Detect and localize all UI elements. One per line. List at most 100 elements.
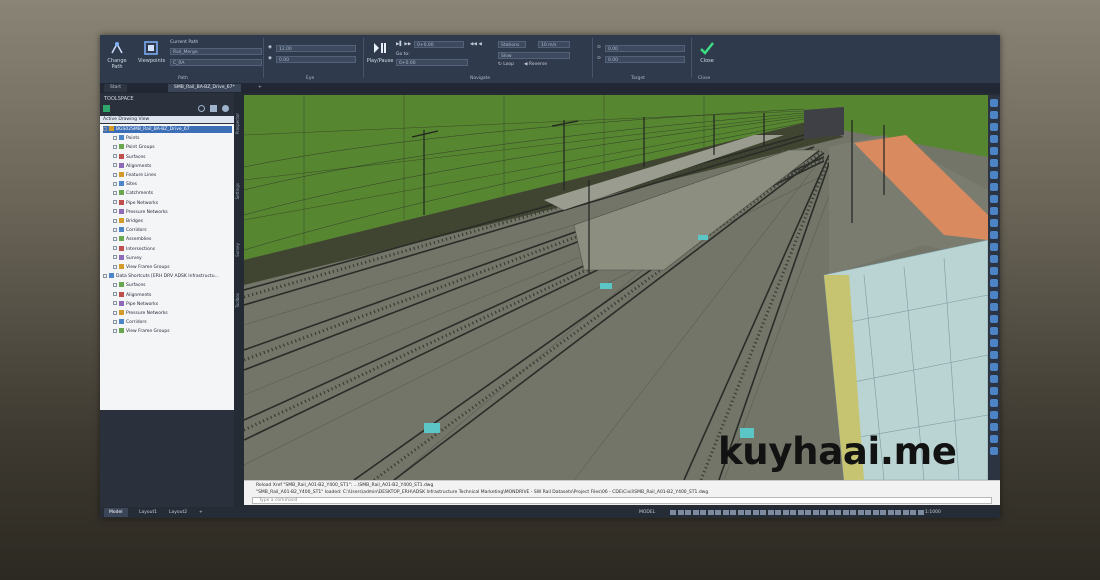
command-input[interactable]: Type a command — [252, 497, 992, 504]
side-tab-settings[interactable]: Settings — [235, 183, 243, 199]
station-field[interactable]: 0+0.00 — [414, 41, 464, 48]
status-toggle-icon[interactable] — [760, 510, 766, 515]
navbar-tool-icon[interactable] — [990, 243, 998, 251]
navbar-tool-icon[interactable] — [990, 183, 998, 191]
expand-icon[interactable] — [113, 246, 117, 251]
navbar-tool-icon[interactable] — [990, 411, 998, 419]
expand-icon[interactable] — [113, 190, 117, 195]
navbar-tool-icon[interactable] — [990, 147, 998, 155]
navbar-tool-icon[interactable] — [990, 99, 998, 107]
expand-icon[interactable] — [113, 264, 117, 269]
drawing-icon[interactable] — [103, 105, 110, 112]
navbar-tool-icon[interactable] — [990, 435, 998, 443]
help-icon[interactable] — [222, 105, 229, 112]
tab-start[interactable]: Start — [104, 84, 127, 92]
new-tab-icon[interactable]: + — [252, 84, 268, 92]
navbar-tool-icon[interactable] — [990, 135, 998, 143]
expand-icon[interactable] — [113, 319, 117, 324]
expand-icon[interactable] — [103, 273, 107, 278]
navbar-tool-icon[interactable] — [990, 375, 998, 383]
tree-item[interactable]: View Frame Groups — [113, 328, 170, 335]
navbar-tool-icon[interactable] — [990, 159, 998, 167]
status-toggle-icon[interactable] — [752, 510, 759, 515]
layout-tab-layout2[interactable]: Layout2 — [164, 508, 192, 517]
expand-icon[interactable] — [113, 282, 117, 287]
go-to-field[interactable]: 0+0.00 — [396, 59, 468, 66]
tree-item[interactable]: Intersections — [113, 245, 155, 253]
add-layout-tab[interactable]: + — [194, 508, 208, 517]
expand-icon[interactable] — [113, 172, 117, 177]
status-toggle-icon[interactable] — [857, 510, 864, 515]
tree-item[interactable]: View Frame Groups — [113, 264, 170, 271]
mode-dropdown[interactable]: Stations — [498, 41, 526, 48]
status-toggle-icon[interactable] — [700, 510, 706, 515]
side-tab-toolbox[interactable]: Toolbox — [235, 293, 243, 308]
side-tab-prospector[interactable]: Prospector — [235, 113, 243, 134]
navbar-tool-icon[interactable] — [990, 351, 998, 359]
status-toggle-icon[interactable] — [737, 510, 744, 515]
expand-icon[interactable] — [113, 135, 117, 140]
status-toggle-icon[interactable] — [812, 510, 819, 515]
expand-icon[interactable] — [113, 227, 117, 232]
tree-item[interactable]: Surfaces — [113, 153, 146, 161]
navbar-tool-icon[interactable] — [990, 219, 998, 227]
status-toggle-icon[interactable] — [827, 510, 834, 515]
expand-icon[interactable] — [113, 218, 117, 223]
tree-item[interactable]: Alignments — [113, 291, 151, 299]
tree-item[interactable]: Points — [113, 135, 140, 142]
status-toggle-icon[interactable] — [865, 510, 871, 515]
view-selector[interactable]: Active Drawing View — [100, 116, 234, 123]
navbar-tool-icon[interactable] — [990, 231, 998, 239]
3d-viewport[interactable] — [244, 95, 988, 480]
status-toggle-icon[interactable] — [895, 510, 901, 515]
tree-item[interactable]: Assemblies — [113, 236, 151, 243]
expand-icon[interactable] — [113, 144, 117, 149]
status-toggle-icon[interactable] — [917, 510, 924, 515]
navbar-tool-icon[interactable] — [990, 339, 998, 347]
tree-item[interactable]: Data Shortcuts [ERH DRV ADSK Infrastruct… — [103, 273, 219, 280]
path-name-field[interactable]: Rail_Merge — [170, 48, 262, 55]
navbar-tool-icon[interactable] — [990, 363, 998, 371]
status-toggle-icon[interactable] — [677, 510, 684, 515]
status-toggle-icon[interactable] — [872, 510, 879, 515]
tree-item[interactable]: Corridors — [113, 319, 147, 326]
navbar-tool-icon[interactable] — [990, 447, 998, 455]
tree-item[interactable]: Pressure Networks — [113, 208, 168, 216]
status-toggle-icon[interactable] — [902, 510, 909, 515]
rewind-icon[interactable]: ◀◀ ◀ — [470, 42, 482, 48]
navbar-tool-icon[interactable] — [990, 171, 998, 179]
expand-icon[interactable] — [113, 209, 117, 214]
target-field-2[interactable]: 0.00 — [605, 56, 685, 63]
navbar-tool-icon[interactable] — [990, 315, 998, 323]
navbar-tool-icon[interactable] — [990, 399, 998, 407]
expand-icon[interactable] — [113, 310, 117, 315]
status-toggle-icon[interactable] — [835, 510, 841, 515]
play-pause-button[interactable]: Play/Pause — [366, 40, 394, 64]
tree-item[interactable]: Alignments — [113, 162, 151, 170]
status-toggle-icon[interactable] — [692, 510, 699, 515]
status-toggle-icon[interactable] — [790, 510, 796, 515]
eye-field-2[interactable]: 0.00 — [276, 56, 356, 63]
status-toggle-icon[interactable] — [722, 510, 729, 515]
eye-field-1[interactable]: 12.00 — [276, 45, 356, 52]
side-tab-survey[interactable]: Survey — [235, 243, 243, 257]
status-toggle-icon[interactable] — [730, 510, 736, 515]
navbar-tool-icon[interactable] — [990, 423, 998, 431]
navbar-tool-icon[interactable] — [990, 327, 998, 335]
tree-item[interactable]: Point Groups — [113, 144, 155, 151]
expand-icon[interactable] — [113, 181, 117, 186]
navbar-tool-icon[interactable] — [990, 255, 998, 263]
expand-icon[interactable] — [113, 200, 117, 205]
expand-icon[interactable] — [113, 292, 117, 297]
target-field-1[interactable]: 0.00 — [605, 45, 685, 52]
grid-icon[interactable] — [210, 105, 217, 112]
tree-item[interactable]: Catchments — [113, 190, 153, 197]
tree-root-item[interactable]: BGS02SMB_Rail_BA-BZ_Drive_67 — [103, 126, 232, 133]
viewpoints-button[interactable]: Viewpoints — [138, 40, 165, 64]
navbar-tool-icon[interactable] — [990, 267, 998, 275]
expand-icon[interactable] — [113, 328, 117, 333]
navbar-tool-icon[interactable] — [990, 111, 998, 119]
navbar-tool-icon[interactable] — [990, 279, 998, 287]
tree-item[interactable]: Pipe Networks — [113, 199, 158, 207]
status-toggle-icon[interactable] — [767, 510, 774, 515]
